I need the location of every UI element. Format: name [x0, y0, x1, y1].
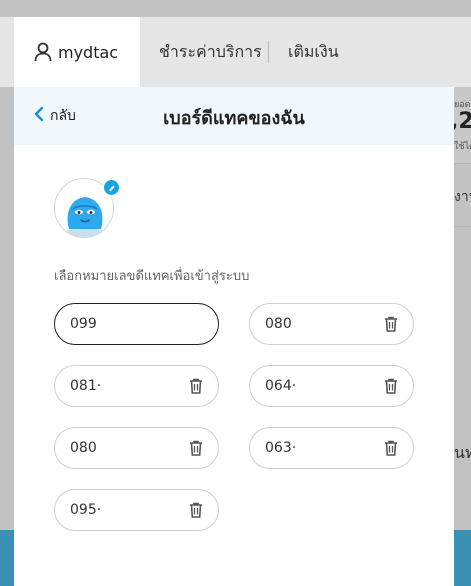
panel-title: เบอร์ดีแทคของฉัน — [163, 108, 305, 129]
trash-icon[interactable] — [384, 440, 398, 456]
number-option[interactable]: 063· — [249, 427, 414, 469]
trash-icon[interactable] — [189, 440, 203, 456]
number-option[interactable]: 095· — [54, 489, 219, 531]
number-option[interactable]: 080 — [249, 303, 414, 345]
number-value: 099 — [70, 316, 97, 332]
trash-icon[interactable] — [189, 378, 203, 394]
top-navigation: mydtac ชำระค่าบริการ เติมเงิน — [0, 17, 471, 87]
user-icon — [34, 42, 52, 62]
nav-link-topup[interactable]: เติมเงิน — [288, 17, 339, 87]
panel-header: กลับ เบอร์ดีแทคของฉัน — [14, 87, 454, 145]
background-row-text: งาน — [454, 189, 471, 205]
nav-brand-label: mydtac — [58, 42, 119, 62]
my-numbers-panel: กลับ เบอร์ดีแทคของฉัน เลือกหมายเลขดีแทคเ… — [14, 87, 454, 586]
number-option-selected[interactable]: 099 — [54, 303, 219, 345]
trash-icon[interactable] — [384, 316, 398, 332]
background-validity-label: ใช้ได้ถึ — [454, 142, 471, 152]
avatar-container[interactable] — [54, 178, 121, 238]
number-option[interactable]: 080 — [54, 427, 219, 469]
instruction-text: เลือกหมายเลขดีแทคเพื่อเข้าสู่ระบบ — [54, 269, 250, 284]
background-row: งาน — [454, 163, 471, 227]
background-text: นทน — [454, 443, 471, 462]
nav-link-pay-bill[interactable]: ชำระค่าบริการ — [159, 17, 262, 87]
background-balance-value: ,2 — [454, 109, 471, 134]
trash-icon[interactable] — [189, 502, 203, 518]
edit-badge-icon[interactable] — [102, 178, 121, 197]
nav-tab-mydtac[interactable]: mydtac — [14, 17, 140, 87]
number-option[interactable]: 081· — [54, 365, 219, 407]
nav-divider — [268, 41, 269, 63]
trash-icon[interactable] — [384, 378, 398, 394]
number-option[interactable]: 064· — [249, 365, 414, 407]
background-balance-card: ยอดเงิน ,2 ใช้ได้ถึ — [454, 87, 471, 163]
